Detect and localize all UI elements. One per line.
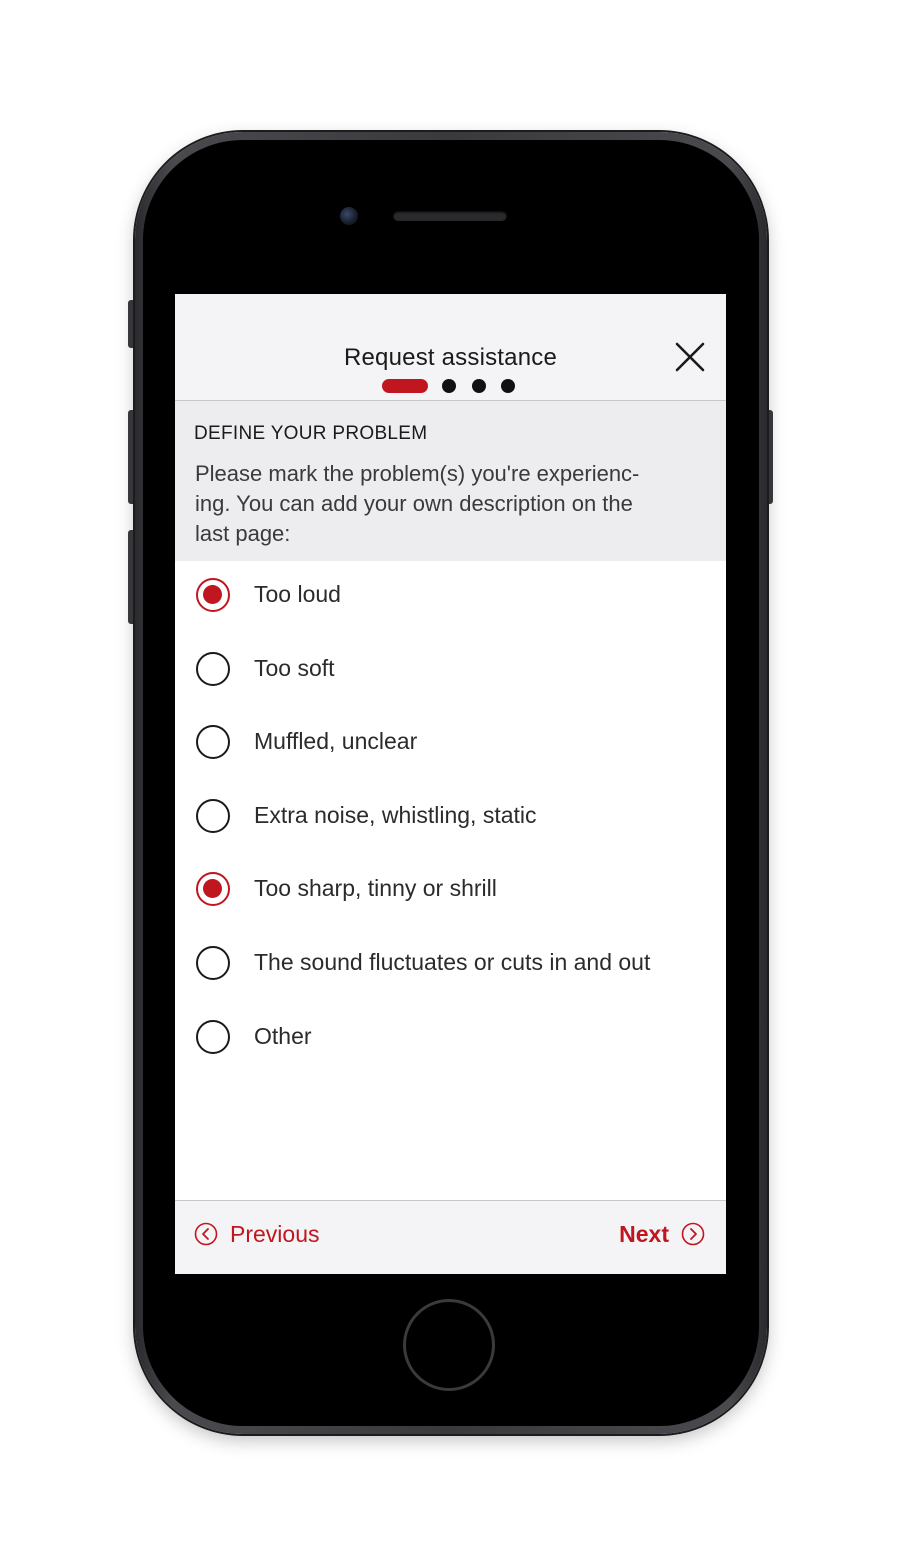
radio-button[interactable] [196, 651, 230, 686]
option-label: Too sharp, tinny or shrill [254, 875, 497, 902]
earpiece-speaker [393, 211, 507, 221]
problem-options-list: Too loud Too soft Muffled, unclear Extra… [175, 561, 726, 1076]
next-button[interactable]: Next [605, 1221, 705, 1251]
step-indicator-current [382, 379, 428, 393]
close-icon [675, 342, 705, 372]
option-extra-noise[interactable]: Extra noise, whistling, static [175, 782, 726, 856]
footer-nav: Previous Next [175, 1200, 726, 1274]
option-label: The sound fluctuates or cuts in and out [254, 948, 651, 975]
intro-section: DEFINE YOUR PROBLEM Please mark the prob… [175, 401, 726, 561]
option-too-sharp[interactable]: Too sharp, tinny or shrill [175, 855, 726, 929]
radio-button-checked[interactable] [196, 578, 230, 612]
header: Request assistance [175, 294, 726, 401]
option-label: Muffled, unclear [254, 728, 418, 755]
instructions-text: Please mark the problem(s) you're experi… [195, 459, 695, 549]
option-too-soft[interactable]: Too soft [175, 635, 726, 709]
option-muffled-unclear[interactable]: Muffled, unclear [175, 708, 726, 782]
option-sound-fluctuates[interactable]: The sound fluctuates or cuts in and out [175, 929, 726, 1003]
next-label: Next [619, 1221, 669, 1247]
option-label: Other [254, 1022, 312, 1049]
instructions-line: last page: [195, 521, 291, 546]
instructions-line: Please mark the problem(s) you're experi… [195, 461, 640, 486]
chevron-left-circle-icon [194, 1222, 218, 1246]
option-too-loud[interactable]: Too loud [175, 561, 726, 635]
chevron-right-circle-icon [681, 1222, 705, 1246]
radio-button-checked[interactable] [196, 872, 230, 907]
step-indicator-dot [442, 379, 456, 393]
section-title: DEFINE YOUR PROBLEM [194, 423, 428, 444]
instructions-line: ing. You can add your own description on… [195, 491, 633, 516]
option-other[interactable]: Other [175, 1003, 726, 1077]
option-label: Too soft [254, 654, 335, 681]
option-label: Extra noise, whistling, static [254, 801, 537, 828]
step-indicator-dot [501, 379, 515, 393]
app-screen: Request assistance DEFINE YOUR PROBLEM P… [175, 294, 726, 1274]
previous-label: Previous [230, 1221, 320, 1247]
radio-button[interactable] [196, 725, 230, 760]
close-button[interactable] [673, 340, 707, 374]
radio-button[interactable] [196, 945, 230, 980]
radio-button[interactable] [196, 798, 230, 833]
home-button [403, 1299, 495, 1391]
radio-button[interactable] [196, 1019, 230, 1054]
option-label: Too loud [254, 581, 341, 607]
device-mockup: Request assistance DEFINE YOUR PROBLEM P… [0, 0, 900, 1566]
front-camera [340, 207, 358, 225]
step-indicator-dot [472, 379, 486, 393]
page-title: Request assistance [343, 344, 558, 371]
